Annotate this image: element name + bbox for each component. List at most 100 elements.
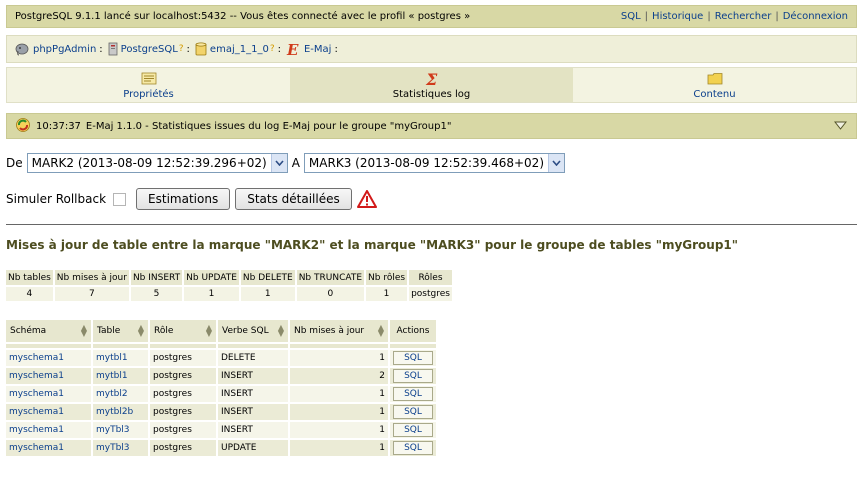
summary-header: Nb mises à jour	[54, 270, 129, 285]
detailed-stats-button[interactable]: Stats détaillées	[235, 188, 352, 210]
table-row: myschema1 mytbl2b postgres INSERT 1 SQL	[6, 404, 436, 420]
summary-value: 1	[184, 287, 239, 301]
simulate-rollback-checkbox[interactable]	[113, 192, 127, 206]
tab-properties[interactable]: Propriétés	[7, 68, 290, 102]
header-label: Verbe SQL	[222, 326, 269, 336]
sort-icon[interactable]: ▲ ▼	[206, 324, 212, 338]
table-link[interactable]: mytbl1	[96, 353, 128, 363]
help-question-icon[interactable]: ?	[270, 44, 275, 54]
count-cell: 1	[290, 404, 388, 420]
schema-link[interactable]: myschema1	[9, 353, 64, 363]
column-header-actions: Actions	[390, 320, 436, 342]
simulate-rollback-label: Simuler Rollback	[6, 192, 107, 206]
folder-icon	[707, 71, 723, 87]
verb-cell: INSERT	[218, 422, 288, 438]
breadcrumb-item-phppgadmin[interactable]: phpPgAdmin :	[15, 42, 108, 56]
from-mark-select[interactable]: MARK2 (2013-08-09 12:52:39.296+02)	[26, 153, 288, 173]
role-cell: postgres	[150, 440, 216, 456]
breadcrumb: phpPgAdmin : PostgreSQL ? : emaj_1_1_0 ?…	[6, 35, 857, 63]
server-icon	[108, 42, 118, 56]
table-row: myschema1 myTbl3 postgres UPDATE 1 SQL	[6, 440, 436, 456]
chevron-down-icon[interactable]	[548, 154, 564, 172]
sigma-icon: Σ	[425, 71, 439, 87]
column-header-count[interactable]: Nb mises à jour ▲ ▼	[290, 320, 388, 342]
section-time: 10:37:37	[36, 120, 81, 132]
sql-button[interactable]: SQL	[393, 423, 433, 437]
to-label: A	[291, 156, 300, 170]
sort-icon[interactable]: ▲ ▼	[81, 324, 87, 338]
sql-button[interactable]: SQL	[393, 351, 433, 365]
collapse-arrow-icon[interactable]	[833, 121, 848, 133]
refresh-icon[interactable]	[15, 117, 31, 136]
link-search[interactable]: Rechercher	[715, 11, 772, 22]
breadcrumb-item-emaj[interactable]: E E-Maj :	[286, 42, 343, 57]
summary-header: Nb tables	[6, 270, 53, 285]
table-row: myschema1 mytbl2 postgres INSERT 1 SQL	[6, 386, 436, 402]
table-link[interactable]: myTbl3	[96, 443, 130, 453]
separator: :	[277, 43, 281, 55]
count-cell: 1	[290, 422, 388, 438]
tab-bar: Propriétés Σ Statistiques log Contenu	[6, 67, 857, 103]
schema-link[interactable]: myschema1	[9, 389, 64, 399]
summary-header-row: Nb tables Nb mises à jour Nb INSERT Nb U…	[6, 270, 452, 285]
sql-button[interactable]: SQL	[393, 369, 433, 383]
to-mark-value: MARK3 (2013-08-09 12:52:39.468+02)	[308, 156, 544, 170]
summary-header: Nb DELETE	[240, 270, 295, 285]
chevron-down-icon[interactable]	[270, 154, 287, 172]
table-link[interactable]: mytbl1	[96, 371, 128, 381]
from-label: De	[6, 156, 23, 170]
sort-icon[interactable]: ▲ ▼	[378, 324, 384, 338]
breadcrumb-item-database[interactable]: emaj_1_1_0 ? :	[195, 42, 286, 56]
to-mark-select[interactable]: MARK3 (2013-08-09 12:52:39.468+02)	[303, 153, 565, 173]
tab-content[interactable]: Contenu	[573, 68, 856, 102]
column-header-role[interactable]: Rôle ▲ ▼	[150, 320, 216, 342]
summary-value: 5	[130, 287, 183, 301]
breadcrumb-label[interactable]: E-Maj	[304, 44, 331, 55]
link-history[interactable]: Historique	[652, 11, 703, 22]
emaj-logo-icon: E	[286, 42, 301, 57]
breadcrumb-item-postgresql[interactable]: PostgreSQL ? :	[108, 42, 195, 56]
table-link[interactable]: mytbl2	[96, 389, 128, 399]
column-header-verb[interactable]: Verbe SQL ▲ ▼	[218, 320, 288, 342]
table-spacer	[6, 344, 436, 348]
schema-link[interactable]: myschema1	[9, 425, 64, 435]
svg-text:E: E	[286, 42, 299, 57]
table-link[interactable]: myTbl3	[96, 425, 130, 435]
sort-icon[interactable]: ▲ ▼	[138, 324, 144, 338]
verb-cell: INSERT	[218, 404, 288, 420]
role-cell: postgres	[150, 350, 216, 366]
sql-button[interactable]: SQL	[393, 405, 433, 419]
verb-cell: INSERT	[218, 368, 288, 384]
tab-log-statistics[interactable]: Σ Statistiques log	[290, 68, 573, 102]
separator: |	[775, 11, 779, 22]
role-cell: postgres	[150, 386, 216, 402]
schema-link[interactable]: myschema1	[9, 371, 64, 381]
tab-label: Statistiques log	[392, 88, 471, 100]
estimate-button[interactable]: Estimations	[136, 188, 231, 210]
separator: |	[707, 11, 711, 22]
divider	[6, 224, 857, 225]
breadcrumb-label[interactable]: emaj_1_1_0	[210, 44, 269, 55]
summary-table: Nb tables Nb mises à jour Nb INSERT Nb U…	[4, 268, 454, 303]
link-logout[interactable]: Déconnexion	[783, 11, 848, 22]
header-label: Table	[97, 326, 121, 336]
sql-button[interactable]: SQL	[393, 387, 433, 401]
detail-table: Schéma ▲ ▼ Table ▲ ▼ Rôle ▲ ▼ Verbe SQL ▲ ▼ Nb m…	[4, 318, 438, 458]
server-info: PostgreSQL 9.1.1 lancé sur localhost:543…	[15, 11, 471, 22]
breadcrumb-label[interactable]: PostgreSQL	[121, 44, 178, 55]
column-header-table[interactable]: Table ▲ ▼	[93, 320, 148, 342]
header-label: Schéma	[10, 326, 47, 336]
column-header-schema[interactable]: Schéma ▲ ▼	[6, 320, 91, 342]
sort-icon[interactable]: ▲ ▼	[278, 324, 284, 338]
schema-link[interactable]: myschema1	[9, 407, 64, 417]
page-title: Mises à jour de table entre la marque "M…	[6, 238, 739, 252]
breadcrumb-label[interactable]: phpPgAdmin	[33, 44, 96, 55]
sql-button[interactable]: SQL	[393, 441, 433, 455]
summary-header: Nb TRUNCATE	[296, 270, 365, 285]
link-sql[interactable]: SQL	[621, 11, 641, 22]
top-links: SQL | Historique | Rechercher | Déconnex…	[621, 11, 848, 22]
help-question-icon[interactable]: ?	[179, 44, 184, 54]
table-link[interactable]: mytbl2b	[96, 407, 133, 417]
schema-link[interactable]: myschema1	[9, 443, 64, 453]
controls-row: Simuler Rollback Estimations Stats détai…	[6, 188, 377, 210]
